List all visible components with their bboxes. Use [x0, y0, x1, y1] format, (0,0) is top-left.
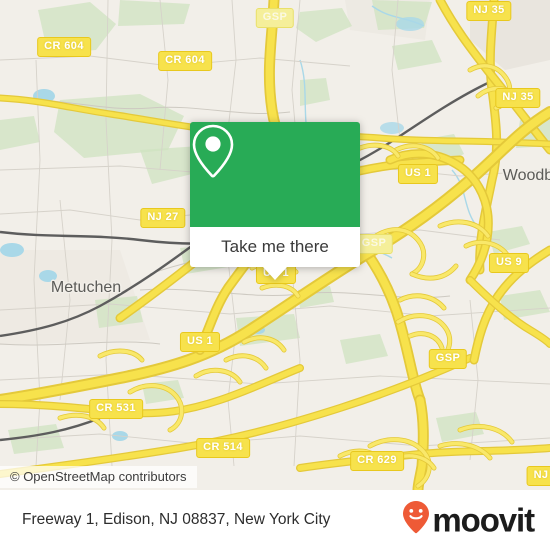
moovit-wordmark: moovit — [432, 501, 535, 539]
road-shield-gsp-3[interactable]: GSP — [428, 349, 468, 369]
map-attribution[interactable]: © OpenStreetMap contributors — [0, 466, 197, 488]
road-shield-cr604[interactable]: CR 604 — [37, 37, 91, 57]
location-popup[interactable]: Take me there — [190, 122, 360, 280]
road-shield-cr629[interactable]: CR 629 — [350, 451, 404, 471]
footer-bar: Freeway 1, Edison, NJ 08837, New York Ci… — [0, 490, 550, 550]
place-label-metuchen: Metuchen — [50, 279, 122, 296]
popup-pin-area — [190, 122, 360, 227]
road-shield-gsp-2[interactable]: GSP — [354, 234, 394, 254]
take-me-there-button[interactable]: Take me there — [190, 227, 360, 267]
moovit-pin-icon — [401, 500, 431, 541]
road-shield-us9[interactable]: US 9 — [488, 253, 530, 273]
road-shield-nj35-2[interactable]: NJ 35 — [495, 88, 541, 108]
road-shield-nj35[interactable]: NJ 35 — [466, 1, 512, 21]
map-canvas[interactable]: .water{fill:#a9d8e8;} .stream{stroke:#a9… — [0, 0, 550, 490]
road-shield-gsp[interactable]: GSP — [255, 8, 295, 28]
moovit-logo[interactable]: moovit — [401, 500, 535, 541]
road-shield-us1-3[interactable]: US 1 — [179, 332, 221, 352]
place-label-woodbridge: Woodb — [502, 167, 550, 184]
map-screen: .water{fill:#a9d8e8;} .stream{stroke:#a9… — [0, 0, 550, 550]
road-shield-cr514[interactable]: CR 514 — [196, 438, 250, 458]
road-shield-cr531[interactable]: CR 531 — [89, 399, 143, 419]
road-shield-nj[interactable]: NJ — [526, 466, 550, 486]
address-label: Freeway 1, Edison, NJ 08837, New York Ci… — [22, 511, 331, 528]
road-shield-nj27[interactable]: NJ 27 — [140, 208, 186, 228]
popup-tail — [263, 267, 287, 280]
road-shield-us1[interactable]: US 1 — [397, 164, 439, 184]
road-shield-cr604-2[interactable]: CR 604 — [158, 51, 212, 71]
